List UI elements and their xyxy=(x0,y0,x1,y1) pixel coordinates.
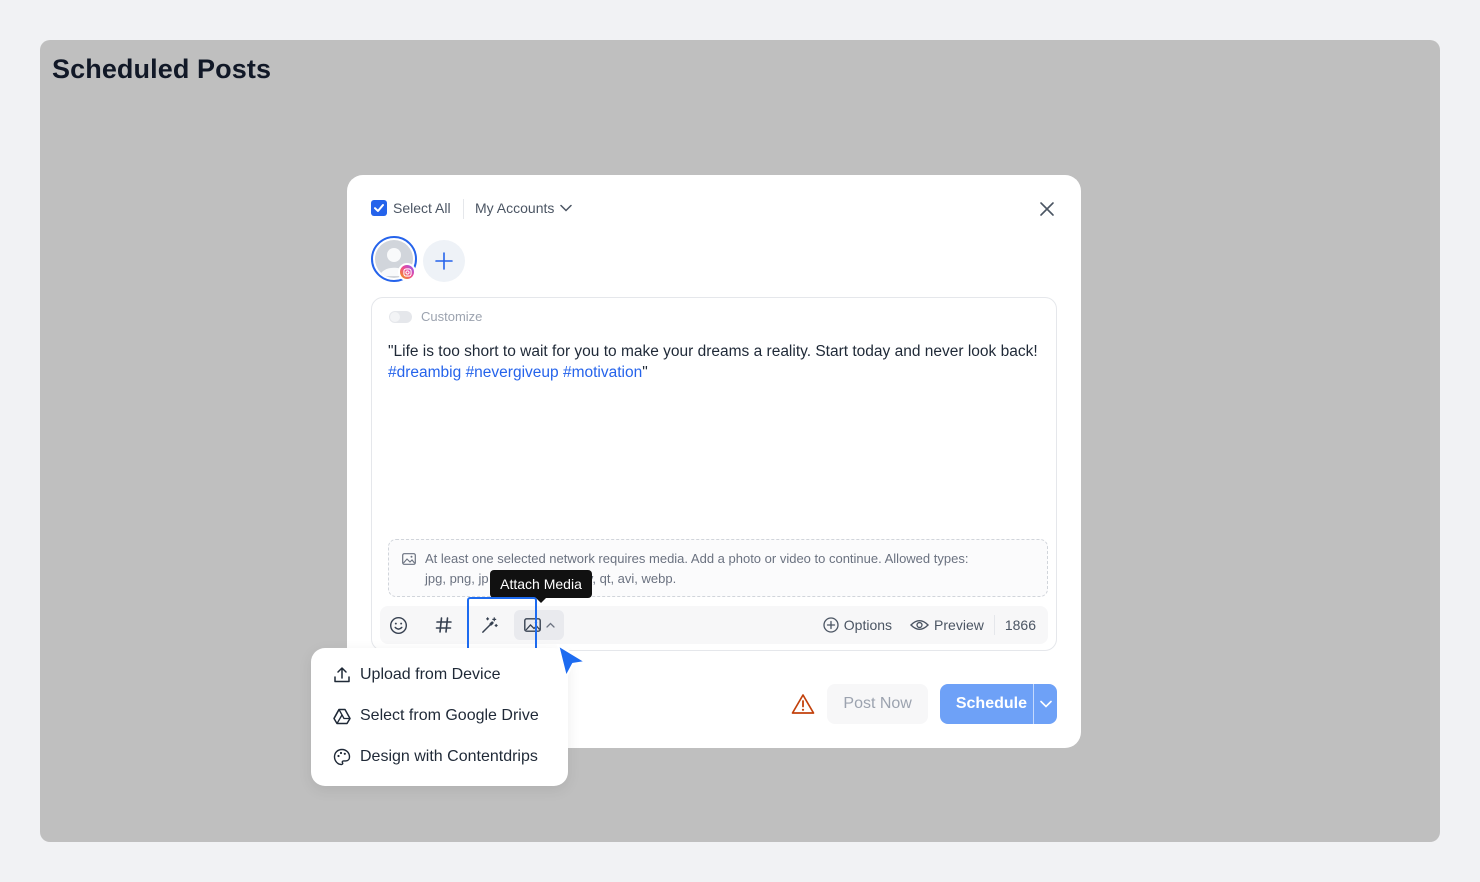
post-now-button[interactable]: Post Now xyxy=(827,684,928,724)
emoji-icon xyxy=(389,616,407,634)
mouse-cursor-icon xyxy=(556,643,588,679)
options-label: Options xyxy=(843,617,893,633)
attach-media-button[interactable] xyxy=(514,610,564,640)
hashtag: #dreambig xyxy=(388,364,462,381)
schedule-button-group: Schedule xyxy=(939,684,1057,724)
magic-wand-icon xyxy=(481,616,498,633)
select-all-control[interactable]: Select All xyxy=(371,200,451,216)
media-notice-line1: At least one selected network requires m… xyxy=(425,551,969,566)
select-all-label: Select All xyxy=(393,200,451,216)
post-text-end: " xyxy=(642,364,648,381)
warning-icon[interactable] xyxy=(789,690,817,718)
modal-footer: Post Now Schedule xyxy=(789,684,1057,724)
media-required-notice: At least one selected network requires m… xyxy=(388,539,1048,597)
preview-label: Preview xyxy=(934,617,984,633)
chevron-down-icon xyxy=(1039,700,1052,708)
upload-icon xyxy=(334,667,350,683)
menu-item-google-drive[interactable]: Select from Google Drive xyxy=(333,707,539,725)
post-editor: Customize "Life is too short to wait for… xyxy=(371,297,1057,651)
instagram-icon xyxy=(398,263,416,281)
hashtag-icon xyxy=(435,617,452,633)
header-divider xyxy=(463,199,464,219)
image-icon xyxy=(402,553,416,565)
editor-toolbar: Options Preview 1866 xyxy=(380,606,1048,644)
options-button[interactable]: Options xyxy=(823,617,892,633)
toolbar-divider xyxy=(993,615,995,635)
character-counter: 1866 xyxy=(1004,617,1036,633)
hashtag: #motivation xyxy=(562,364,643,381)
menu-item-label: Upload from Device xyxy=(360,666,501,683)
post-text: "Life is too short to wait for you to ma… xyxy=(388,343,1038,360)
chevron-down-icon xyxy=(560,204,573,212)
image-icon xyxy=(523,618,541,632)
customize-label: Customize xyxy=(421,309,483,324)
schedule-button[interactable]: Schedule xyxy=(940,684,1033,724)
eye-icon xyxy=(910,620,930,630)
media-notice-prefix: jpg, png, jp xyxy=(425,571,489,586)
media-notice-suffix: ov, qt, avi, webp. xyxy=(579,571,677,586)
ai-assist-button[interactable] xyxy=(477,606,501,644)
menu-item-label: Select from Google Drive xyxy=(360,707,539,724)
customize-control[interactable]: Customize xyxy=(389,309,482,324)
hashtag-button[interactable] xyxy=(432,606,456,644)
palette-icon xyxy=(333,748,351,766)
post-textarea[interactable]: "Life is too short to wait for you to ma… xyxy=(388,341,1048,383)
emoji-button[interactable] xyxy=(386,606,410,644)
my-accounts-dropdown[interactable]: My Accounts xyxy=(475,200,573,216)
schedule-options-button[interactable] xyxy=(1033,684,1057,724)
preview-button[interactable]: Preview xyxy=(910,617,984,633)
toolbar-right: Options Preview 1866 xyxy=(823,606,1036,644)
select-all-checkbox[interactable] xyxy=(371,200,387,216)
menu-item-label: Design with Contentdrips xyxy=(360,748,538,765)
menu-item-contentdrips[interactable]: Design with Contentdrips xyxy=(333,748,538,766)
hashtag: #nevergiveup xyxy=(465,364,559,381)
menu-item-upload-device[interactable]: Upload from Device xyxy=(333,666,501,684)
add-account-button[interactable] xyxy=(423,240,465,282)
close-button[interactable] xyxy=(1037,199,1057,219)
page-title: Scheduled Posts xyxy=(52,54,272,84)
my-accounts-label: My Accounts xyxy=(475,200,555,216)
chevron-up-icon xyxy=(545,622,555,628)
attach-media-tooltip: Attach Media xyxy=(490,570,592,603)
plus-circle-icon xyxy=(823,617,839,633)
google-drive-icon xyxy=(333,708,351,724)
customize-toggle[interactable] xyxy=(389,310,412,323)
close-icon xyxy=(1040,202,1054,216)
attach-media-menu: Upload from Device Select from Google Dr… xyxy=(311,648,568,786)
account-avatar[interactable] xyxy=(371,236,417,282)
page-backdrop: Scheduled Posts Select All My Accounts C… xyxy=(40,40,1440,842)
check-icon xyxy=(374,204,384,212)
plus-icon xyxy=(435,252,453,270)
